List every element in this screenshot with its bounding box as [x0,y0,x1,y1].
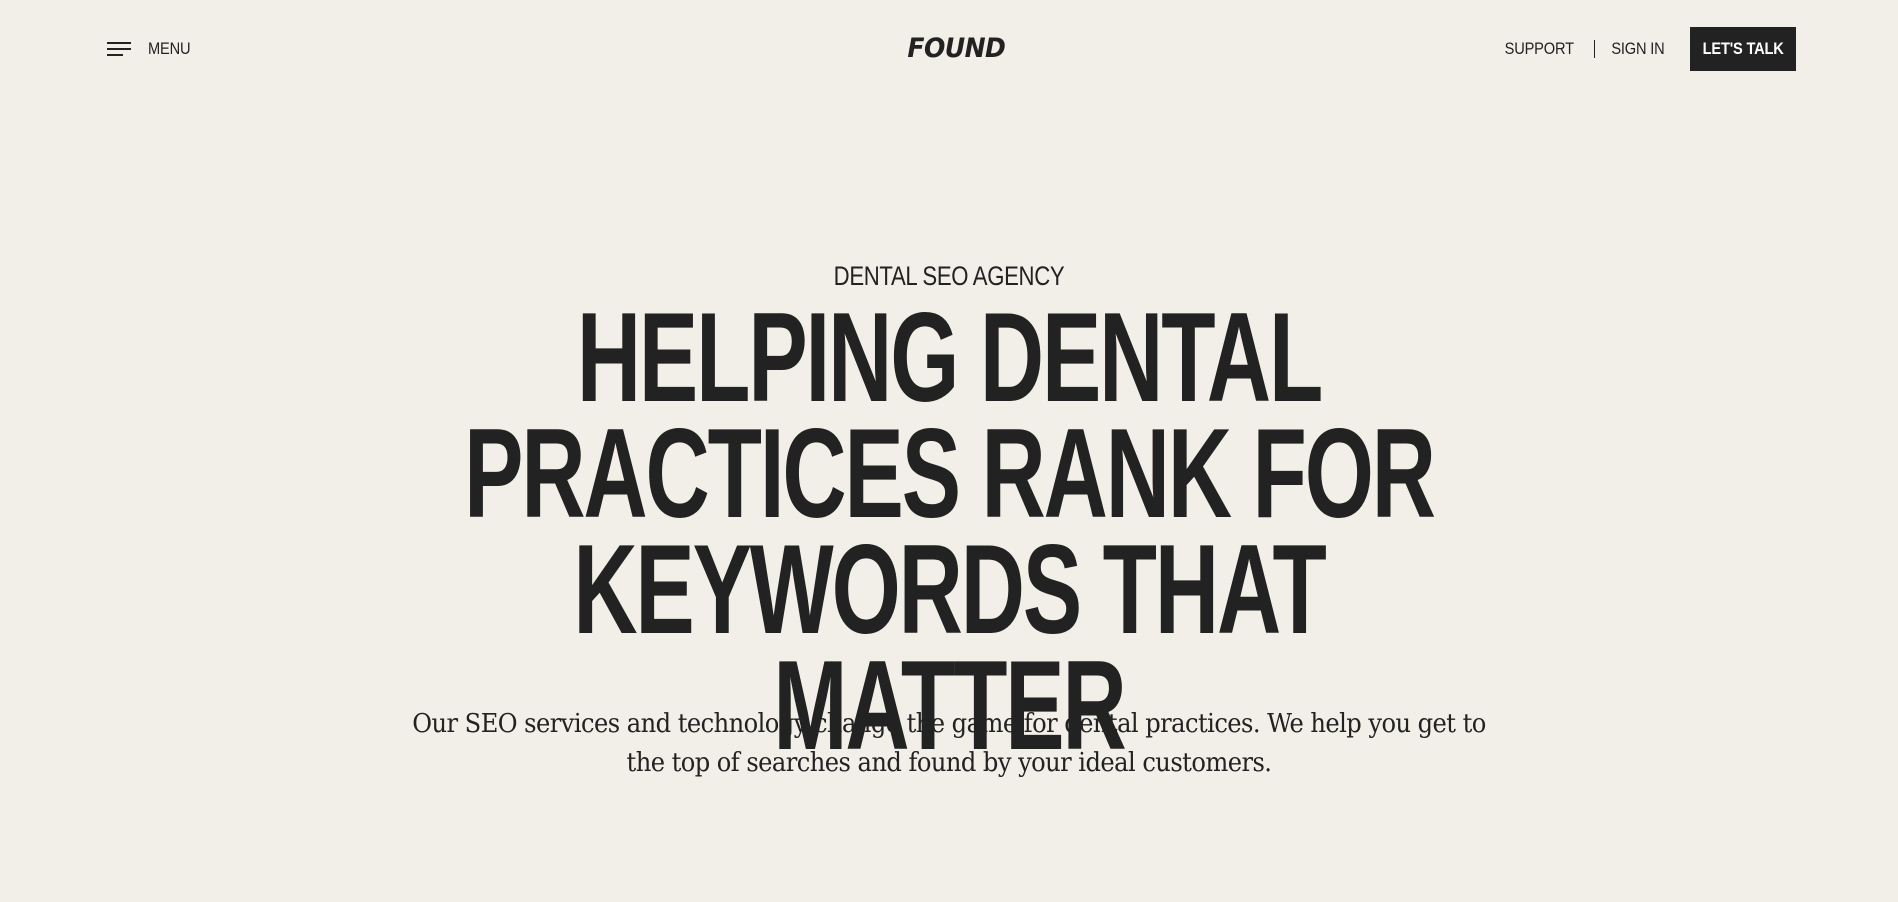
support-link[interactable]: SUPPORT [1505,39,1574,59]
menu-toggle-button[interactable]: MENU [107,34,197,64]
hero-description: Our SEO services and technology change t… [400,705,1498,783]
header-nav: SUPPORT SIGN IN LET'S TALK [1499,27,1796,71]
hamburger-menu-icon[interactable] [107,42,131,56]
sign-in-link[interactable]: SIGN IN [1611,39,1664,59]
menu-label: MENU [148,39,191,58]
hero-description-text: Our SEO services and technology change t… [412,709,1486,778]
lets-talk-button[interactable]: LET'S TALK [1690,27,1796,71]
site-header: MENU FOUND SUPPORT SIGN IN LET'S TALK [0,0,1898,98]
found-logo[interactable]: FOUND [907,31,1006,67]
hero-headline-text: HELPING DENTAL PRACTICES RANK FOR KEYWOR… [464,286,1436,776]
nav-divider [1593,40,1596,58]
hero-headline: HELPING DENTAL PRACTICES RANK FOR KEYWOR… [285,286,1614,776]
lets-talk-button-label: LET'S TALK [1702,39,1784,58]
